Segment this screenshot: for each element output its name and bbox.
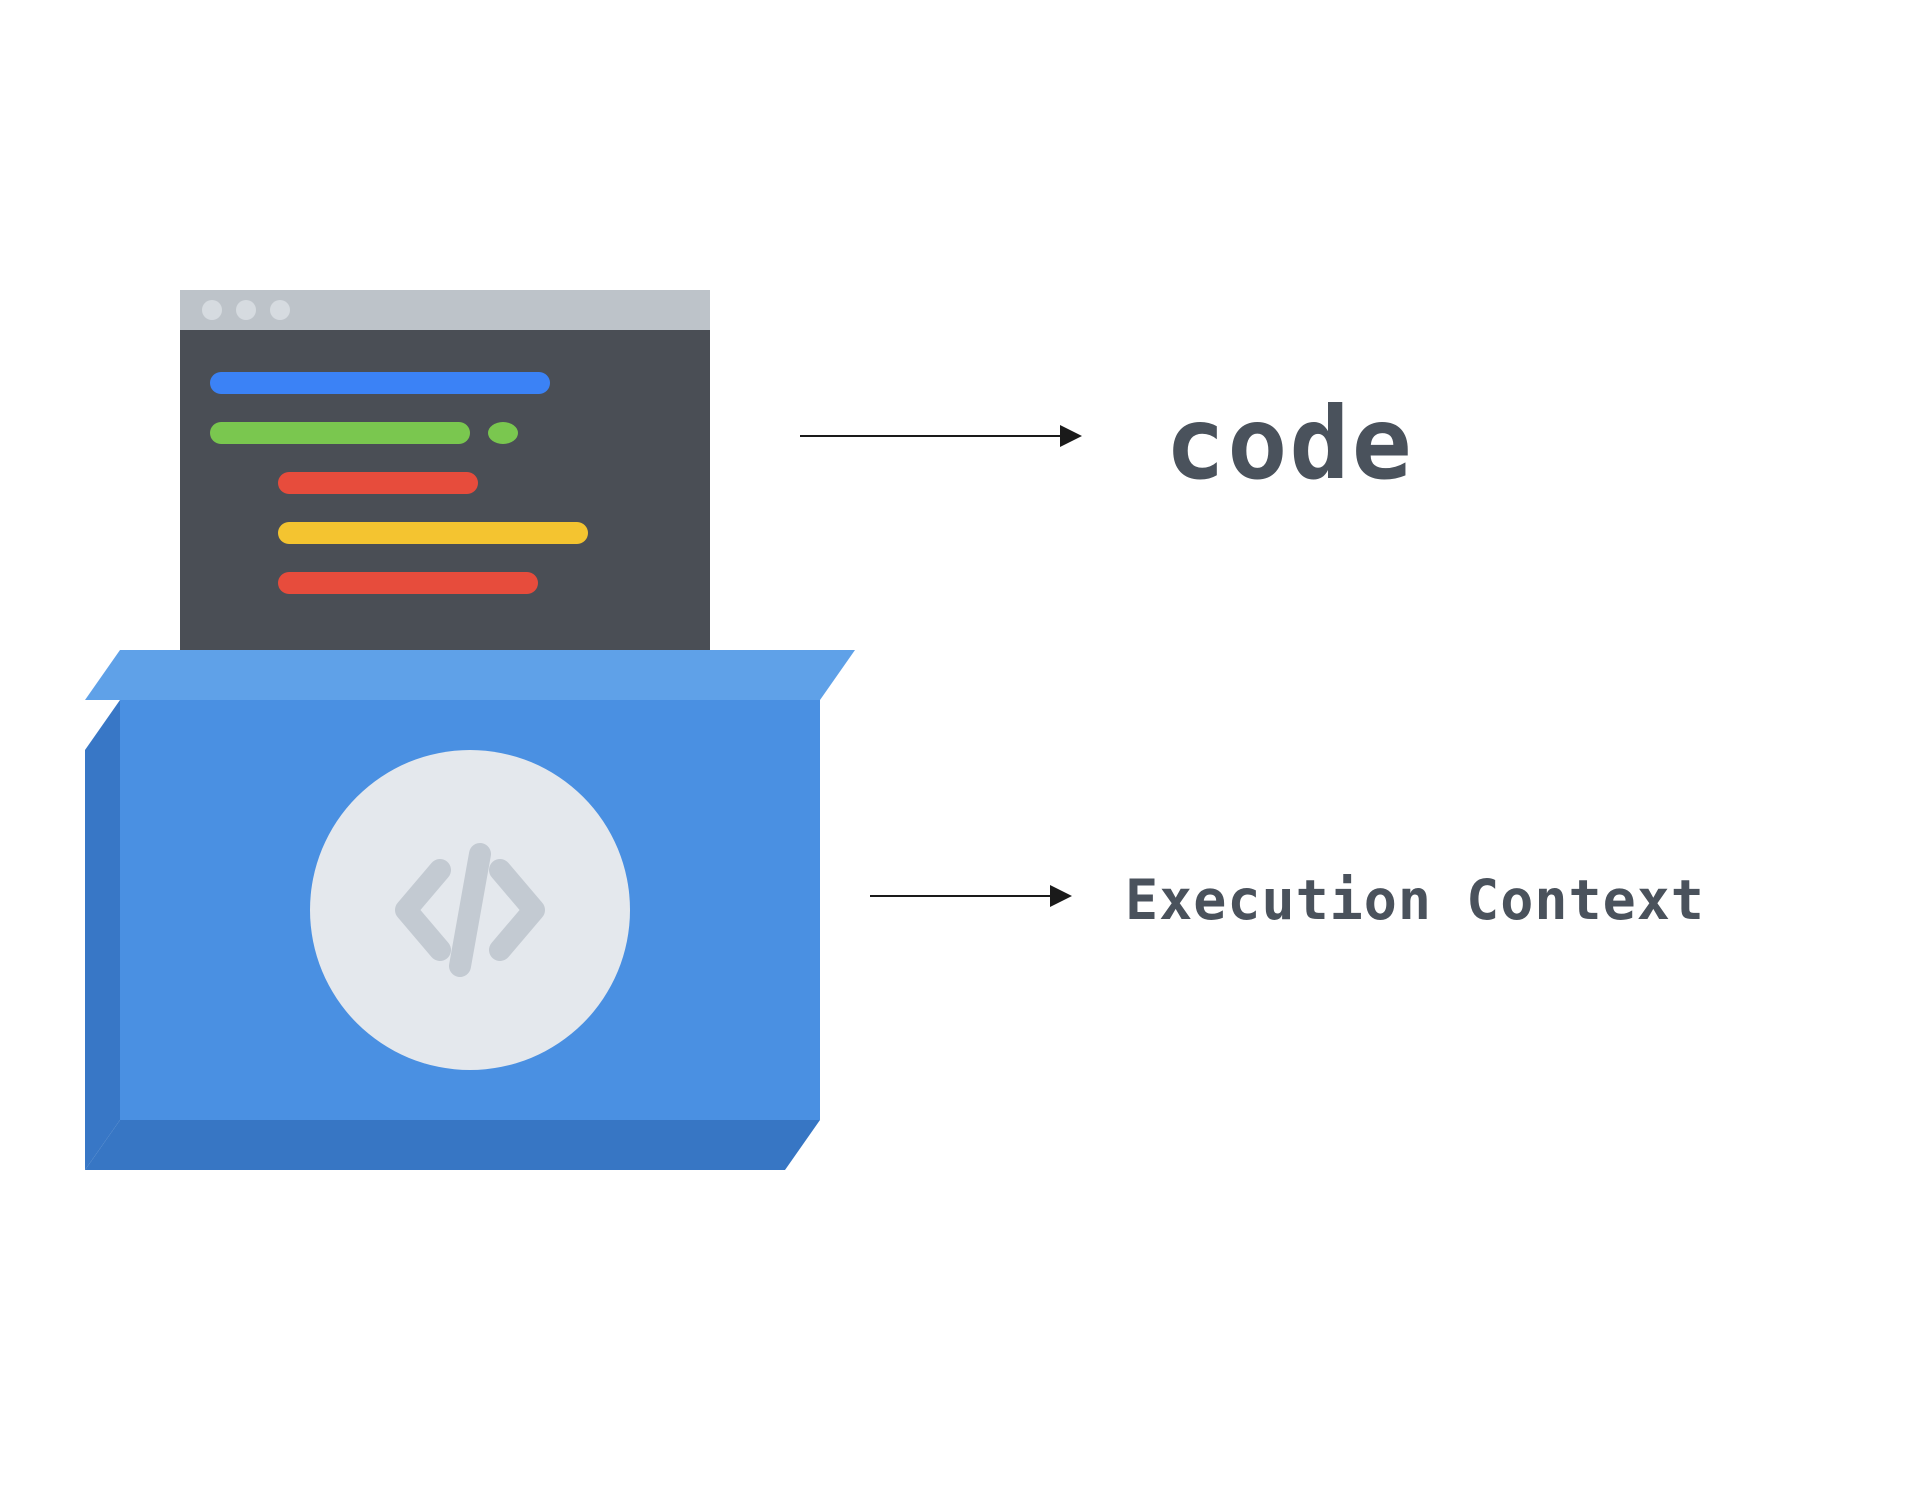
code-line bbox=[210, 522, 680, 544]
window-dot-icon bbox=[270, 300, 290, 320]
window-dot-icon bbox=[202, 300, 222, 320]
execution-context-box bbox=[85, 650, 855, 1170]
code-line bbox=[210, 422, 680, 444]
code-line bbox=[210, 472, 680, 494]
box-front bbox=[120, 700, 820, 1120]
box-top-lip bbox=[85, 650, 855, 700]
box-side-left bbox=[85, 700, 120, 1170]
code-brackets-emblem bbox=[310, 750, 630, 1070]
diagram-canvas: code Execution Context bbox=[0, 0, 1931, 1506]
code-line bbox=[210, 372, 680, 394]
box-side-bottom bbox=[85, 1120, 820, 1170]
window-dot-icon bbox=[236, 300, 256, 320]
code-window-titlebar bbox=[180, 290, 710, 330]
label-execution-context: Execution Context bbox=[1125, 868, 1705, 932]
code-line bbox=[210, 572, 680, 594]
label-code: code bbox=[1165, 385, 1414, 502]
arrow-to-code bbox=[800, 435, 1080, 437]
arrow-to-execution-context bbox=[870, 895, 1070, 897]
code-window bbox=[180, 290, 710, 705]
code-window-body bbox=[180, 330, 710, 705]
code-brackets-icon bbox=[370, 810, 570, 1010]
